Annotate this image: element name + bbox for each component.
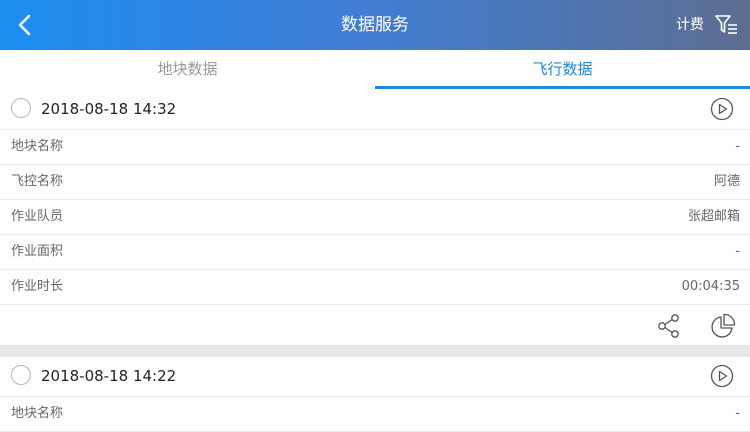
field-value: -: [735, 244, 740, 259]
field-label: 作业队员: [11, 209, 64, 224]
field-value: 张超邮箱: [687, 209, 740, 224]
flight-record: 2018-08-18 14:32 地块名称 - 飞控名称 阿德 作业队员 张超邮…: [0, 90, 750, 345]
field-label: 地块名称: [11, 139, 64, 154]
field-value: 00:04:35: [681, 279, 740, 294]
field-row-plot-name: 地块名称 -: [0, 130, 750, 165]
field-label: 作业时长: [11, 279, 64, 294]
tab-bar: 地块数据 飞行数据: [0, 50, 750, 90]
pie-chart-icon[interactable]: [710, 313, 736, 339]
field-row-duration: 作业时长 00:04:35: [0, 270, 750, 305]
play-icon[interactable]: [710, 364, 734, 388]
field-row-operator: 作业队员 张超邮箱: [0, 200, 750, 235]
page-title: 数据服务: [341, 15, 409, 35]
field-row-controller-name: 飞控名称 阿德: [0, 165, 750, 200]
record-separator: [0, 345, 750, 357]
filter-button[interactable]: [712, 10, 742, 40]
billing-button[interactable]: 计费: [676, 0, 704, 50]
share-icon[interactable]: [656, 313, 682, 339]
field-value: -: [735, 139, 740, 154]
active-tab-indicator: [375, 86, 750, 89]
app-header: 数据服务 计费: [0, 0, 750, 50]
record-actions: [0, 305, 750, 345]
field-row-area: 作业面积 -: [0, 235, 750, 270]
field-value: -: [735, 406, 740, 421]
field-label: 地块名称: [11, 406, 64, 421]
record-header: 2018-08-18 14:32: [0, 90, 750, 130]
record-select-radio[interactable]: [11, 98, 31, 118]
field-label: 作业面积: [11, 244, 64, 259]
filter-icon: [715, 15, 737, 34]
tab-plot-data[interactable]: 地块数据: [0, 50, 375, 90]
record-time: 2018-08-18 14:32: [41, 100, 177, 118]
field-value: 阿德: [713, 174, 740, 189]
play-icon[interactable]: [710, 97, 734, 121]
record-header: 2018-08-18 14:22: [0, 357, 750, 397]
field-row-plot-name: 地块名称 -: [0, 397, 750, 432]
record-select-radio[interactable]: [11, 365, 31, 385]
record-time: 2018-08-18 14:22: [41, 367, 177, 385]
tab-flight-data[interactable]: 飞行数据: [375, 50, 750, 90]
flight-record: 2018-08-18 14:22 地块名称 -: [0, 357, 750, 432]
field-label: 飞控名称: [11, 174, 64, 189]
